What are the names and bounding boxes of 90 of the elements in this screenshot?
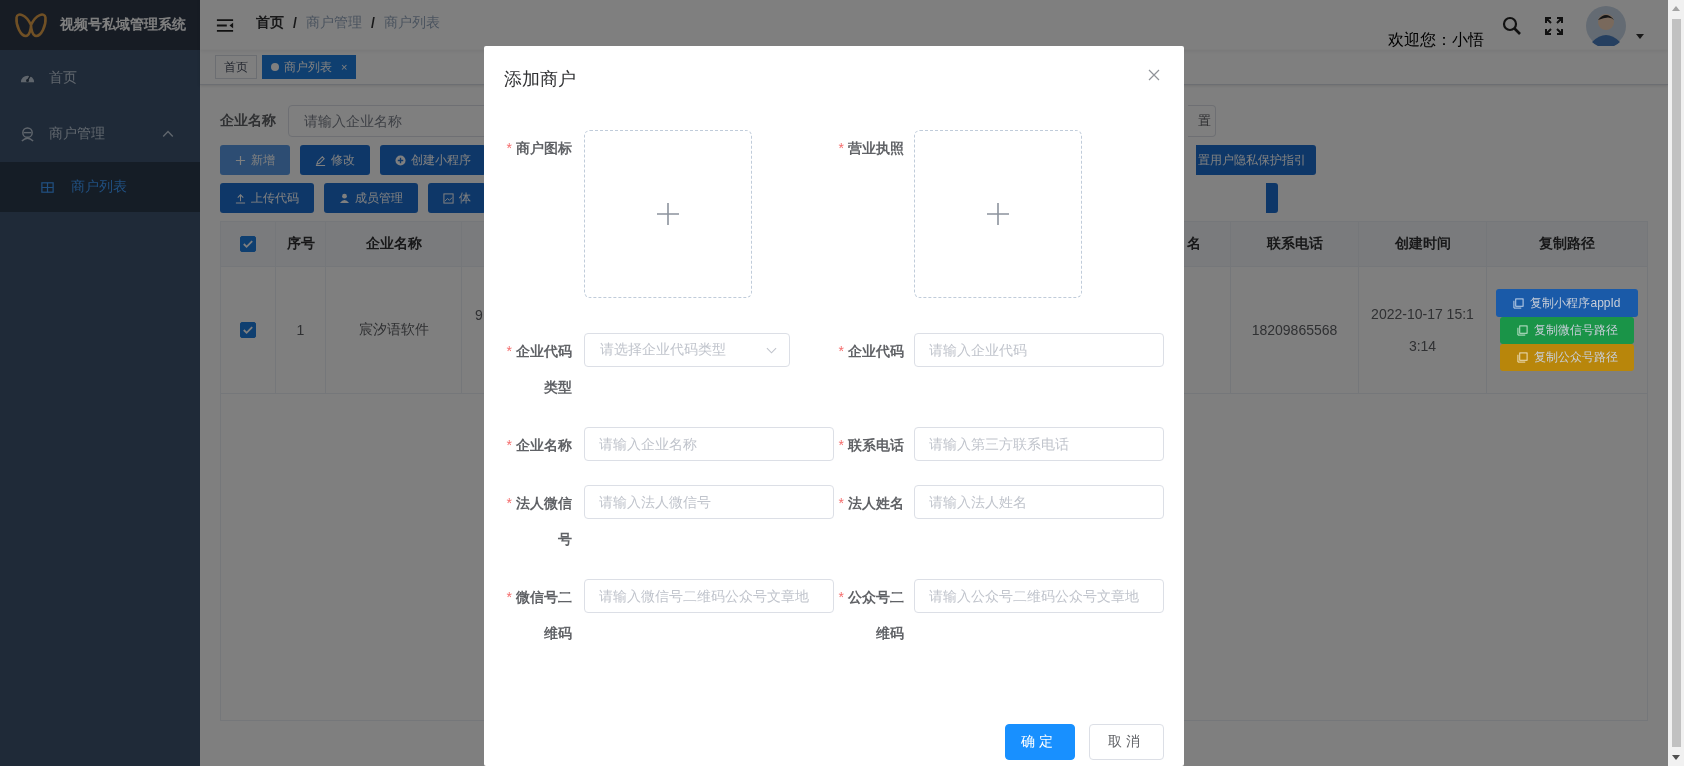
image-icon [443, 192, 454, 204]
copy-button[interactable]: 复制小程序appId [1496, 289, 1638, 317]
upload-icon [235, 192, 246, 204]
toolbar-button[interactable]: 体 [428, 183, 486, 213]
input-field[interactable]: 请输入法人微信号 [584, 485, 834, 519]
required-mark: * [506, 589, 512, 605]
table-cell: 1 [296, 322, 305, 338]
required-mark: * [838, 140, 844, 156]
column-header: 序号 [286, 235, 315, 253]
form-label: 法人微信号 [516, 495, 572, 547]
required-mark: * [838, 589, 844, 605]
toolbar-button[interactable]: 修改 [300, 145, 370, 175]
column-header: 企业名称 [365, 235, 422, 253]
form-label: 联系电话 [848, 437, 904, 453]
confirm-button[interactable]: 确定 [1005, 724, 1075, 760]
welcome-text: 欢迎您：小悟 [1388, 30, 1484, 50]
form-label: 法人姓名 [848, 495, 904, 511]
pen-icon [315, 154, 326, 166]
plus-icon [235, 154, 246, 166]
scroll-up-icon[interactable] [1672, 6, 1680, 11]
form-label: 企业代码 [848, 343, 904, 359]
input-field[interactable]: 请输入企业名称 [584, 427, 834, 461]
plus-icon [656, 202, 680, 226]
input-field[interactable]: 请输入法人姓名 [914, 485, 1164, 519]
required-mark: * [506, 495, 512, 511]
sidebar-item[interactable]: 商户列表 [0, 162, 200, 212]
copy-icon [1516, 352, 1528, 363]
checkbox[interactable] [240, 322, 256, 338]
page-tab[interactable]: 首页 [215, 55, 257, 79]
form-label: 商户图标 [516, 140, 572, 156]
breadcrumb-separator: / [293, 15, 297, 31]
scrollbar[interactable] [1668, 0, 1684, 766]
close-icon[interactable] [1148, 69, 1160, 81]
form-label: 微信号二维码 [516, 589, 572, 641]
checkbox[interactable] [240, 236, 256, 252]
reset-button[interactable]: 置 [1188, 105, 1216, 137]
scrollbar-thumb[interactable] [1671, 19, 1681, 747]
breadcrumb-separator: / [370, 15, 375, 31]
input-field[interactable]: 请输入企业代码 [914, 333, 1164, 367]
plus-circle-icon [395, 154, 406, 166]
required-mark: * [506, 437, 512, 453]
person-icon [339, 192, 350, 204]
sidebar-item[interactable]: 商户管理 [0, 106, 200, 162]
table-cell-text: 2022-10-17 15:13:14 [1370, 305, 1475, 356]
form-label: 企业名称 [516, 437, 572, 453]
column-header: 复制路径 [1539, 235, 1595, 253]
dot-icon [271, 63, 279, 71]
copy-icon [1513, 297, 1525, 309]
table-cell: 9 [475, 307, 483, 323]
cancel-button[interactable]: 取消 [1089, 724, 1164, 760]
required-mark: * [506, 140, 512, 156]
search-label: 企业名称 [220, 112, 276, 130]
column-header: 名 [1187, 235, 1201, 253]
copy-icon [1516, 325, 1528, 336]
person-icon [20, 126, 35, 142]
copy-button[interactable]: 复制公众号路径 [1500, 344, 1634, 371]
toolbar-button[interactable]: 新增 [220, 145, 290, 175]
select-field[interactable]: 请选择企业代码类型 [584, 333, 790, 367]
form-label: 公众号二维码 [848, 589, 904, 641]
grid-icon [40, 179, 55, 195]
chevron-down-icon [766, 346, 777, 354]
close-button[interactable]: × [341, 61, 348, 73]
column-header: 创建时间 [1394, 235, 1451, 253]
toolbar-button[interactable]: 成员管理 [324, 183, 418, 213]
required-mark: * [838, 495, 844, 511]
app-title: 视频号私域管理系统 [60, 16, 186, 34]
copy-button[interactable]: 复制微信号路径 [1500, 317, 1634, 344]
toolbar-button[interactable]: 创建小程序 [380, 145, 486, 175]
form-label: 企业代码类型 [516, 343, 572, 395]
plus-icon [986, 202, 1010, 226]
menu-icon[interactable] [216, 17, 234, 33]
toolbar-button[interactable]: 上传代码 [220, 183, 314, 213]
sidebar-item[interactable]: 首页 [0, 50, 200, 106]
dialog-title: 添加商户 [504, 68, 576, 91]
loop-logo-icon [14, 10, 48, 40]
avatar[interactable] [1586, 6, 1626, 46]
caret-icon[interactable] [1636, 34, 1644, 39]
scroll-down-icon[interactable] [1672, 755, 1680, 760]
required-mark: * [838, 437, 844, 453]
search-icon[interactable] [1502, 16, 1522, 36]
column-header: 联系电话 [1266, 235, 1323, 253]
form-label: 营业执照 [848, 140, 904, 156]
toolbar-button[interactable]: 置用户隐私保护指引 [1196, 145, 1316, 175]
fullscreen-icon[interactable] [1544, 16, 1564, 36]
table-cell: 18209865568 [1251, 322, 1338, 338]
table-cell: 宸汐语软件 [358, 321, 429, 339]
required-mark: * [838, 343, 844, 359]
required-mark: * [506, 343, 512, 359]
breadcrumb-item[interactable]: 首页 [256, 14, 284, 32]
page-tab[interactable]: 商户列表 × [262, 55, 357, 79]
